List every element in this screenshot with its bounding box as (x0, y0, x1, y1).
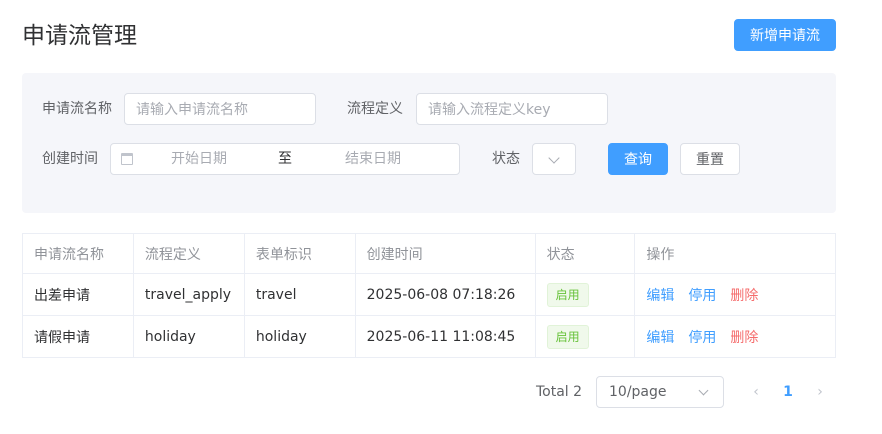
column-header: 创建时间 (354, 233, 536, 274)
cell-actions: 编辑 停用 删除 (634, 273, 836, 316)
cell-def: travel_apply (132, 273, 245, 316)
edit-link[interactable]: 编辑 (646, 327, 674, 347)
table-header-row: 申请流名称 流程定义 表单标识 创建时间 状态 操作 (22, 233, 836, 274)
cell-form: travel (243, 273, 356, 316)
chevron-down-icon (548, 152, 560, 164)
prev-page-button[interactable]: ‹ (746, 376, 766, 408)
column-header: 申请流名称 (22, 233, 134, 274)
column-header: 流程定义 (132, 233, 245, 274)
disable-link[interactable]: 停用 (688, 327, 716, 347)
disable-link[interactable]: 停用 (688, 285, 716, 305)
name-label: 申请流名称 (42, 101, 112, 117)
edit-link[interactable]: 编辑 (646, 285, 674, 305)
filter-panel: 申请流名称 请输入申请流名称 流程定义 请输入流程定义key 创建时间 开始日期… (22, 73, 836, 213)
cell-name: 请假申请 (22, 315, 134, 358)
column-header: 操作 (634, 233, 836, 274)
table-row: 请假申请 holiday holiday 2025-06-11 11:08:45… (22, 315, 836, 358)
status-badge: 启用 (546, 324, 589, 349)
cell-created: 2025-06-08 07:18:26 (354, 273, 536, 316)
table-row: 出差申请 travel_apply travel 2025-06-08 07:1… (22, 273, 836, 316)
page-size-select[interactable]: 10/page (596, 376, 724, 408)
cell-def: holiday (132, 315, 245, 358)
page-number-1[interactable]: 1 (778, 376, 798, 408)
cell-status: 启用 (534, 315, 636, 358)
query-button[interactable]: 查询 (608, 143, 668, 175)
calendar-icon (121, 153, 133, 165)
add-flow-button[interactable]: 新增申请流 (734, 19, 836, 51)
flow-table: 申请流名称 流程定义 表单标识 创建时间 状态 操作 出差申请 travel_a… (22, 233, 836, 358)
cell-created: 2025-06-11 11:08:45 (354, 315, 536, 358)
page-title: 申请流管理 (22, 23, 137, 49)
cell-actions: 编辑 停用 删除 (634, 315, 836, 358)
chevron-down-icon (698, 385, 709, 396)
date-start-input[interactable]: 开始日期 (171, 144, 227, 174)
delete-link[interactable]: 删除 (730, 327, 758, 347)
status-select[interactable] (532, 143, 576, 175)
date-separator: 至 (278, 151, 292, 167)
delete-link[interactable]: 删除 (730, 285, 758, 305)
def-label: 流程定义 (347, 101, 403, 117)
column-header: 表单标识 (243, 233, 356, 274)
reset-button[interactable]: 重置 (680, 143, 740, 175)
name-input[interactable]: 请输入申请流名称 (124, 93, 316, 125)
created-label: 创建时间 (42, 151, 98, 167)
page-size-value: 10/page (609, 384, 667, 400)
cell-name: 出差申请 (22, 273, 134, 316)
next-page-button[interactable]: › (810, 376, 830, 408)
pagination-total: Total 2 (536, 384, 583, 400)
column-header: 状态 (534, 233, 636, 274)
cell-form: holiday (243, 315, 356, 358)
date-end-input[interactable]: 结束日期 (345, 144, 401, 174)
status-label: 状态 (492, 151, 520, 167)
date-range-picker[interactable]: 开始日期 至 结束日期 (110, 143, 460, 175)
status-badge: 启用 (546, 282, 589, 307)
def-input[interactable]: 请输入流程定义key (416, 93, 608, 125)
cell-status: 启用 (534, 273, 636, 316)
